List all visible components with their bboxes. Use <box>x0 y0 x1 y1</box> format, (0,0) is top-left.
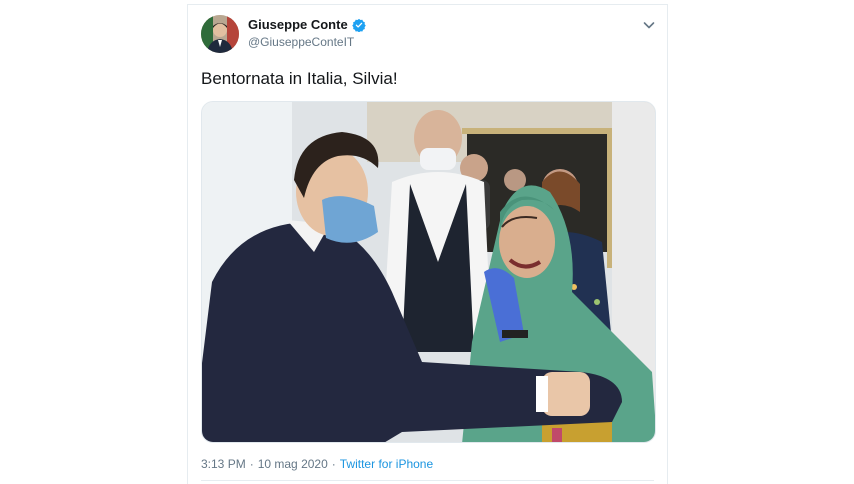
verified-badge-icon <box>351 18 366 32</box>
meta-separator: · <box>249 457 254 471</box>
tweet-card: Giuseppe Conte @GiuseppeConteIT Bentorna… <box>187 4 668 484</box>
profile-avatar[interactable] <box>201 15 239 53</box>
tweet-meta: 3:13 PM · 10 mag 2020 · Twitter for iPho… <box>201 457 433 471</box>
tweet-text: Bentornata in Italia, Silvia! <box>201 69 398 88</box>
tweet-time[interactable]: 3:13 PM <box>201 457 246 471</box>
tweet-source-link[interactable]: Twitter for iPhone <box>340 457 433 471</box>
tweet-photo[interactable] <box>201 101 656 443</box>
author-handle[interactable]: @GiuseppeConteIT <box>248 35 354 49</box>
divider <box>201 480 654 481</box>
author-display-name[interactable]: Giuseppe Conte <box>248 17 348 32</box>
meta-separator: · <box>331 457 336 471</box>
tweet-date[interactable]: 10 mag 2020 <box>258 457 328 471</box>
chevron-down-icon[interactable] <box>641 17 657 33</box>
